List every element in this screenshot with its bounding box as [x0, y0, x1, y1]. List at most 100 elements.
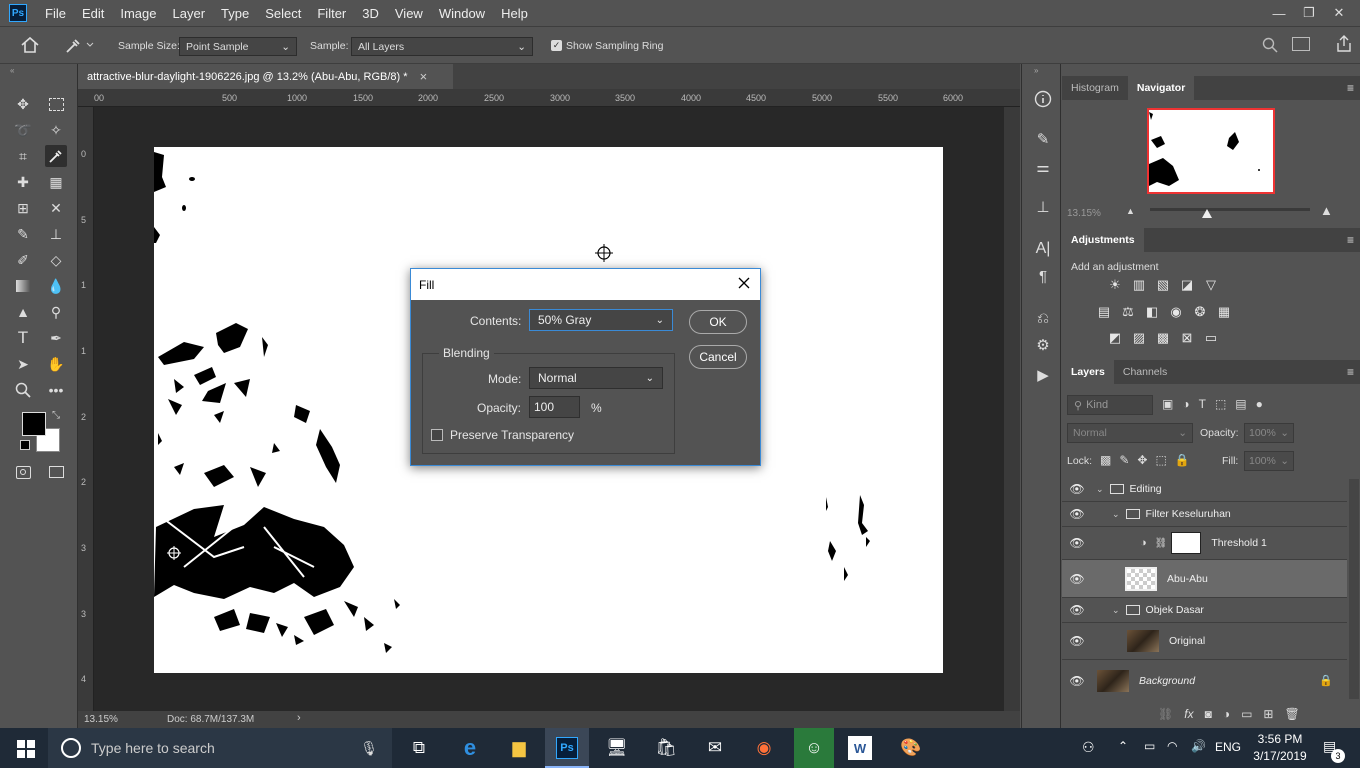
firefox-icon[interactable]: ◉ — [750, 734, 778, 762]
tab-navigator[interactable]: Navigator — [1127, 76, 1195, 100]
minimize-button[interactable]: — — [1264, 6, 1294, 21]
blur-tool-icon[interactable]: 💧 — [45, 275, 67, 297]
dodge-tool-icon[interactable]: ⚲ — [45, 301, 67, 323]
paint-icon[interactable]: 🎨 — [897, 734, 925, 762]
clone-source-icon[interactable]: ⊥ — [1032, 196, 1054, 218]
home-icon[interactable] — [20, 36, 40, 54]
color-balance-icon[interactable]: ⚖ — [1118, 302, 1138, 322]
healing-brush-tool-icon[interactable]: ✚ — [12, 171, 34, 193]
brush-tool-icon[interactable]: ✎ — [12, 223, 34, 245]
zoom-level[interactable]: 13.15% — [84, 714, 118, 725]
visibility-eye-icon[interactable]: 👁 — [1062, 482, 1092, 496]
navigator-preview[interactable] — [1147, 108, 1275, 194]
lasso-tool-icon[interactable]: ➰ — [12, 119, 34, 141]
tab-histogram[interactable]: Histogram — [1062, 76, 1128, 100]
selective-color-icon[interactable]: ⊠ — [1177, 328, 1197, 348]
visibility-eye-icon[interactable]: 👁 — [1062, 507, 1092, 521]
clone-stamp-tool-icon[interactable]: ⊥ — [45, 223, 67, 245]
photo-filter-icon[interactable]: ◉ — [1166, 302, 1186, 322]
close-icon[interactable] — [738, 277, 750, 292]
sharpen-tool-icon[interactable]: ▲ — [12, 301, 34, 323]
menu-3d[interactable]: 3D — [354, 0, 387, 26]
info-icon[interactable] — [1032, 88, 1054, 110]
menu-help[interactable]: Help — [493, 0, 536, 26]
path-selection-tool-icon[interactable]: ➤ — [12, 353, 34, 375]
layer-kind-filter[interactable]: ⚲ Kind — [1067, 395, 1153, 415]
close-tab-icon[interactable]: × — [420, 69, 428, 84]
pen-tool-icon[interactable]: ✒ — [45, 327, 67, 349]
show-hidden-icons-chevron-icon[interactable]: ⌃ — [1118, 739, 1128, 753]
language-indicator[interactable]: ENG — [1215, 740, 1241, 754]
show-sampling-ring-checkbox[interactable]: ✓ — [551, 40, 562, 51]
menu-filter[interactable]: Filter — [309, 0, 354, 26]
people-icon[interactable]: ⚇ — [1082, 739, 1095, 756]
visibility-eye-icon[interactable]: 👁 — [1062, 674, 1092, 688]
history-icon[interactable]: ⎌ — [1032, 307, 1054, 329]
layer-row[interactable]: 👁 ◑ ⛓ Threshold 1 — [1062, 527, 1347, 560]
gradient-map-icon[interactable]: ▭ — [1201, 328, 1221, 348]
file-explorer-icon[interactable]: ▆ — [505, 734, 533, 762]
properties-icon[interactable]: ⚙ — [1032, 334, 1054, 356]
link-layers-icon[interactable]: ⛓ — [1158, 707, 1173, 721]
history-brush-tool-icon[interactable]: ✐ — [12, 249, 34, 271]
new-layer-icon[interactable]: ⊞ — [1263, 707, 1273, 721]
screen-mode-icon[interactable] — [45, 461, 67, 483]
black-white-icon[interactable]: ◧ — [1142, 302, 1162, 322]
layer-row[interactable]: 👁 Original — [1062, 623, 1347, 660]
blend-mode-select[interactable]: Normal ⌄ — [1067, 423, 1193, 443]
menu-view[interactable]: View — [387, 0, 431, 26]
visibility-eye-icon[interactable]: 👁 — [1062, 634, 1092, 648]
gradient-tool-icon[interactable] — [12, 275, 34, 297]
lock-position-icon[interactable]: ✥ — [1137, 453, 1147, 467]
color-lookup-icon[interactable]: ▦ — [1214, 302, 1234, 322]
control-panel-icon[interactable]: 🖥 — [603, 734, 631, 762]
collapse-icon[interactable]: « — [10, 66, 14, 75]
zoom-out-icon[interactable]: ▲ — [1126, 206, 1135, 216]
vertical-scrollbar[interactable] — [1004, 107, 1020, 711]
layer-row[interactable]: 👁 Background 🔒 — [1062, 660, 1347, 701]
menu-edit[interactable]: Edit — [74, 0, 112, 26]
chevron-down-icon[interactable]: ⌄ — [1112, 509, 1120, 520]
ok-button[interactable]: OK — [689, 310, 747, 334]
visibility-eye-icon[interactable]: 👁 — [1062, 572, 1092, 586]
shape-filter-icon[interactable]: ⬚ — [1215, 397, 1226, 411]
clock-time[interactable]: 3:56 PM — [1252, 732, 1308, 746]
panel-menu-icon[interactable]: ≡ — [1347, 81, 1354, 95]
foreground-color-swatch[interactable] — [22, 412, 46, 436]
layer-thumbnail[interactable] — [1125, 566, 1157, 591]
layer-row[interactable]: 👁 ⌄ Filter Keseluruhan — [1062, 502, 1347, 527]
navigator-zoom-slider-thumb[interactable] — [1202, 209, 1212, 218]
magic-wand-tool-icon[interactable]: ✧ — [45, 119, 67, 141]
actions-play-icon[interactable]: ▶ — [1032, 364, 1054, 386]
brightness-contrast-icon[interactable]: ☀ — [1105, 275, 1125, 295]
filter-toggle-icon[interactable]: ● — [1256, 397, 1263, 411]
layer-row-selected[interactable]: 👁 Abu-Abu — [1062, 560, 1347, 598]
add-mask-icon[interactable]: ◙ — [1205, 707, 1212, 721]
adjustment-filter-icon[interactable]: ◑ — [1182, 397, 1189, 411]
pixel-filter-icon[interactable]: ▣ — [1162, 397, 1173, 411]
channel-mixer-icon[interactable]: ❂ — [1190, 302, 1210, 322]
default-colors-icon[interactable] — [20, 440, 30, 450]
sample-select[interactable]: All Layers ⌄ — [351, 37, 533, 56]
menu-select[interactable]: Select — [257, 0, 309, 26]
type-filter-icon[interactable]: T — [1199, 397, 1206, 411]
windows-start-icon[interactable] — [17, 740, 35, 758]
opacity-input[interactable]: 100 — [529, 396, 580, 418]
menu-file[interactable]: File — [37, 0, 74, 26]
restore-button[interactable]: ❐ — [1294, 5, 1324, 21]
status-menu-chevron-icon[interactable]: › — [297, 712, 301, 724]
collapse-icon[interactable]: » — [1034, 66, 1038, 75]
invert-icon[interactable]: ◩ — [1105, 328, 1125, 348]
lock-artboard-icon[interactable]: ⬚ — [1155, 453, 1166, 467]
eyedropper-tool-icon[interactable] — [45, 145, 67, 167]
posterize-icon[interactable]: ▨ — [1129, 328, 1149, 348]
taskbar-search-box[interactable]: Type here to search 🎙 — [48, 728, 392, 768]
brush-presets-icon[interactable]: ⚌ — [1032, 156, 1054, 178]
menu-layer[interactable]: Layer — [165, 0, 214, 26]
exposure-icon[interactable]: ◪ — [1177, 275, 1197, 295]
chevron-down-icon[interactable]: ⌄ — [1112, 605, 1120, 616]
marquee-tool-icon[interactable] — [45, 93, 67, 115]
document-tab[interactable]: attractive-blur-daylight-1906226.jpg @ 1… — [78, 64, 453, 89]
eyedropper-preset-icon[interactable] — [64, 36, 94, 54]
character-icon[interactable]: A| — [1032, 238, 1054, 260]
